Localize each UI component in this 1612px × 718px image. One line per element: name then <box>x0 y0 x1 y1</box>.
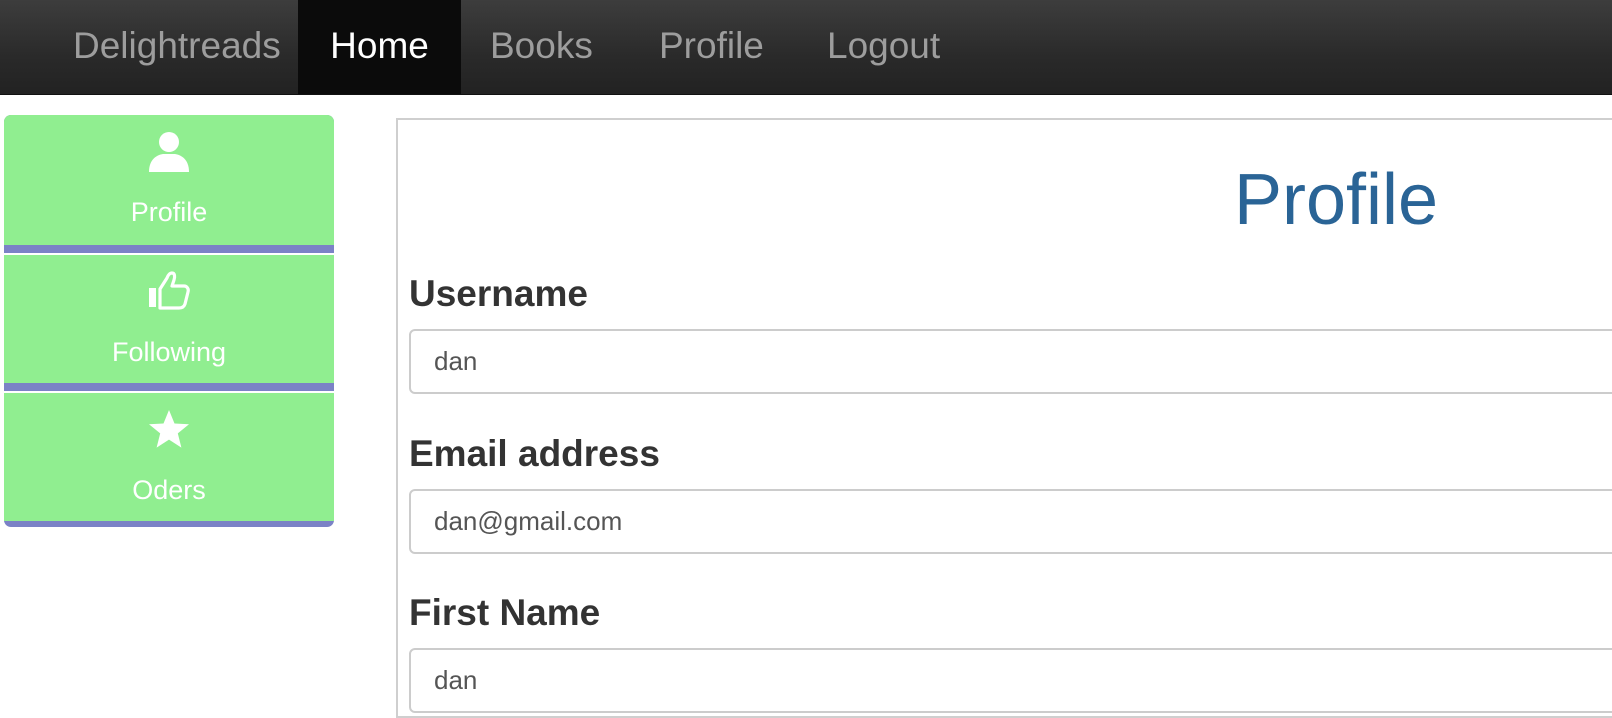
email-label: Email address <box>409 433 660 474</box>
sidebar-item-label: Following <box>111 337 227 367</box>
nav-home[interactable]: Home <box>298 0 461 94</box>
first-name-label: First Name <box>409 592 601 633</box>
nav-profile[interactable]: Profile <box>659 0 764 94</box>
user-icon <box>4 127 334 175</box>
sidebar-item-label: Profile <box>130 197 208 227</box>
username-field[interactable] <box>409 329 1612 394</box>
nav-books[interactable]: Books <box>490 0 593 94</box>
thumbs-up-icon <box>4 267 334 315</box>
brand-link[interactable]: Delightreads <box>73 0 281 94</box>
page-title: Profile <box>1234 160 1439 240</box>
sidebar-item-orders[interactable]: Oders <box>4 391 334 521</box>
sidebar-item-following[interactable]: Following <box>4 253 334 383</box>
star-icon <box>4 405 334 453</box>
sidebar: Profile Following Oders <box>4 115 334 527</box>
nav-logout[interactable]: Logout <box>827 0 940 94</box>
sidebar-item-profile[interactable]: Profile <box>4 115 334 245</box>
email-field[interactable] <box>409 489 1612 554</box>
top-navbar: Delightreads Home Books Profile Logout <box>0 0 1612 95</box>
first-name-field[interactable] <box>409 648 1612 713</box>
username-label: Username <box>409 273 588 314</box>
sidebar-item-label: Oders <box>132 475 206 505</box>
